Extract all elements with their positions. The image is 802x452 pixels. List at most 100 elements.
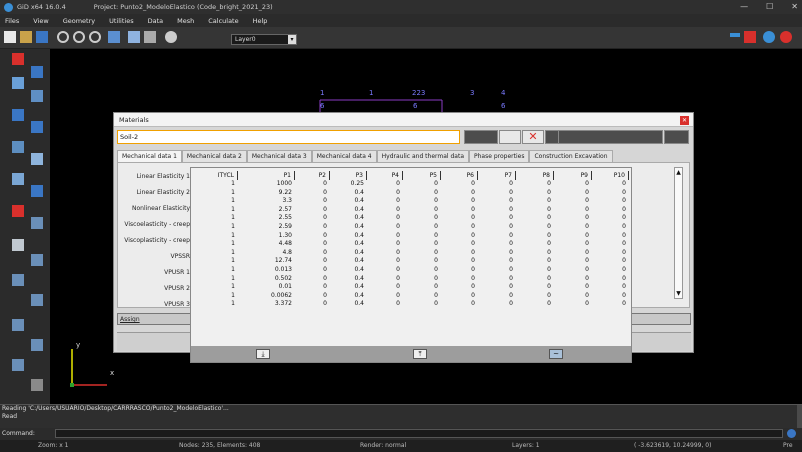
table-cell[interactable]: 9.22 <box>238 189 295 198</box>
table-cell[interactable]: 0.4 <box>330 292 367 301</box>
tab-mechanical-data-2[interactable]: Mechanical data 2 <box>181 150 247 162</box>
param-label-vpusr-1[interactable]: VPUSR 1 <box>118 269 190 276</box>
table-cell[interactable]: 0.4 <box>330 283 367 292</box>
table-cell[interactable]: 0 <box>478 283 516 292</box>
menu-calculate[interactable]: Calculate <box>208 17 238 25</box>
close-window-button[interactable]: ✕ <box>791 0 798 14</box>
table-cell[interactable]: 0 <box>403 300 441 309</box>
table-cell[interactable]: 1 <box>214 232 238 241</box>
material-select[interactable]: Soil-2 <box>117 130 460 144</box>
command-info-icon[interactable] <box>787 429 796 438</box>
table-cell[interactable]: 0 <box>403 292 441 301</box>
table-cell[interactable]: 0 <box>554 223 592 232</box>
structured-mesh-icon[interactable] <box>31 294 43 306</box>
table-cell[interactable]: 0 <box>478 189 516 198</box>
create-line-icon[interactable] <box>31 66 43 78</box>
table-cell[interactable]: 0 <box>441 197 478 206</box>
table-cell[interactable]: 0.4 <box>330 275 367 284</box>
table-cell[interactable]: 0 <box>592 214 629 223</box>
table-cell[interactable]: 0 <box>441 232 478 241</box>
mirror-icon[interactable] <box>31 153 43 165</box>
table-cell[interactable]: 1 <box>214 283 238 292</box>
table-cell[interactable]: 0 <box>554 232 592 241</box>
new-file-icon[interactable] <box>4 31 16 43</box>
table-cell[interactable]: 0 <box>441 189 478 198</box>
table-cell[interactable]: 0 <box>592 180 629 189</box>
table-cell[interactable]: 0 <box>295 266 330 275</box>
move-icon[interactable] <box>12 109 24 121</box>
table-cell[interactable]: 0 <box>403 240 441 249</box>
tab-mechanical-data-3[interactable]: Mechanical data 3 <box>246 150 312 162</box>
table-cell[interactable]: 0 <box>367 197 403 206</box>
table-cell[interactable]: 0 <box>554 180 592 189</box>
table-cell[interactable]: 0.4 <box>330 214 367 223</box>
table-cell[interactable]: 0 <box>554 266 592 275</box>
menu-files[interactable]: Files <box>5 17 19 25</box>
param-label-vpusr-2[interactable]: VPUSR 2 <box>118 285 190 292</box>
table-cell[interactable]: 0 <box>516 266 554 275</box>
table-cell[interactable]: 0.4 <box>330 197 367 206</box>
zoom-frame-icon[interactable] <box>89 31 101 43</box>
table-cell[interactable]: 0 <box>478 300 516 309</box>
table-cell[interactable]: 2.57 <box>238 206 295 215</box>
table-cell[interactable]: 0.502 <box>238 275 295 284</box>
table-cell[interactable]: 0 <box>478 197 516 206</box>
table-cell[interactable]: 0 <box>403 189 441 198</box>
table-cell[interactable]: 0 <box>295 223 330 232</box>
table-cell[interactable]: 1 <box>214 266 238 275</box>
table-cell[interactable]: 0.4 <box>330 232 367 241</box>
table-cell[interactable]: 0 <box>516 214 554 223</box>
edit-table-icon[interactable]: ~ <box>549 349 563 359</box>
table-cell[interactable]: 0 <box>367 249 403 258</box>
table-cell[interactable]: 0 <box>554 214 592 223</box>
import-export-button[interactable] <box>558 130 663 144</box>
table-cell[interactable]: 0 <box>554 249 592 258</box>
scroll-down-icon[interactable]: ▼ <box>675 289 682 298</box>
layer-select[interactable]: Layer0 ▾ <box>231 34 297 45</box>
table-cell[interactable]: 0 <box>295 232 330 241</box>
table-cell[interactable]: 1 <box>214 275 238 284</box>
clear-icon[interactable] <box>744 31 756 43</box>
table-cell[interactable]: 0 <box>516 189 554 198</box>
table-cell[interactable]: 0 <box>592 266 629 275</box>
table-cell[interactable]: 0.25 <box>330 180 367 189</box>
minimize-button[interactable]: — <box>740 0 748 14</box>
open-folder-icon[interactable] <box>20 31 32 43</box>
table-cell[interactable]: 1000 <box>238 180 295 189</box>
distance-icon[interactable] <box>31 254 43 266</box>
table-cell[interactable]: 0 <box>478 240 516 249</box>
table-cell[interactable]: 0.4 <box>330 266 367 275</box>
command-input[interactable] <box>55 429 783 438</box>
table-cell[interactable]: 0 <box>367 223 403 232</box>
table-cell[interactable]: 0 <box>592 257 629 266</box>
table-cell[interactable]: 0 <box>441 206 478 215</box>
table-cell[interactable]: 0 <box>478 292 516 301</box>
import-icon[interactable]: ⤒ <box>413 349 427 359</box>
table-cell[interactable]: 0 <box>441 266 478 275</box>
table-cell[interactable]: 0 <box>367 292 403 301</box>
table-cell[interactable]: 0 <box>441 275 478 284</box>
save-icon[interactable] <box>36 31 48 43</box>
table-cell[interactable]: 0 <box>367 206 403 215</box>
menu-mesh[interactable]: Mesh <box>177 17 194 25</box>
table-cell[interactable]: 0 <box>403 197 441 206</box>
table-cell[interactable]: 0.01 <box>238 283 295 292</box>
table-cell[interactable]: 1 <box>214 257 238 266</box>
redraw-icon[interactable] <box>108 31 120 43</box>
tab-mechanical-data-1[interactable]: Mechanical data 1 <box>117 150 182 162</box>
param-label-linear-elasticity-2[interactable]: Linear Elasticity 2 <box>118 189 190 196</box>
table-cell[interactable]: 0 <box>367 300 403 309</box>
table-cell[interactable]: 0 <box>367 275 403 284</box>
table-cell[interactable]: 0 <box>554 300 592 309</box>
table-scrollbar[interactable]: ▲ ▼ <box>674 167 683 299</box>
menu-help[interactable]: Help <box>253 17 268 25</box>
table-cell[interactable]: 2.55 <box>238 214 295 223</box>
table-cell[interactable]: 0 <box>441 249 478 258</box>
table-cell[interactable]: 0 <box>295 197 330 206</box>
table-cell[interactable]: 0 <box>403 275 441 284</box>
table-cell[interactable]: 4.48 <box>238 240 295 249</box>
table-cell[interactable]: 0 <box>295 300 330 309</box>
table-cell[interactable]: 1 <box>214 249 238 258</box>
table-cell[interactable]: 0 <box>592 206 629 215</box>
table-cell[interactable]: 0 <box>554 240 592 249</box>
